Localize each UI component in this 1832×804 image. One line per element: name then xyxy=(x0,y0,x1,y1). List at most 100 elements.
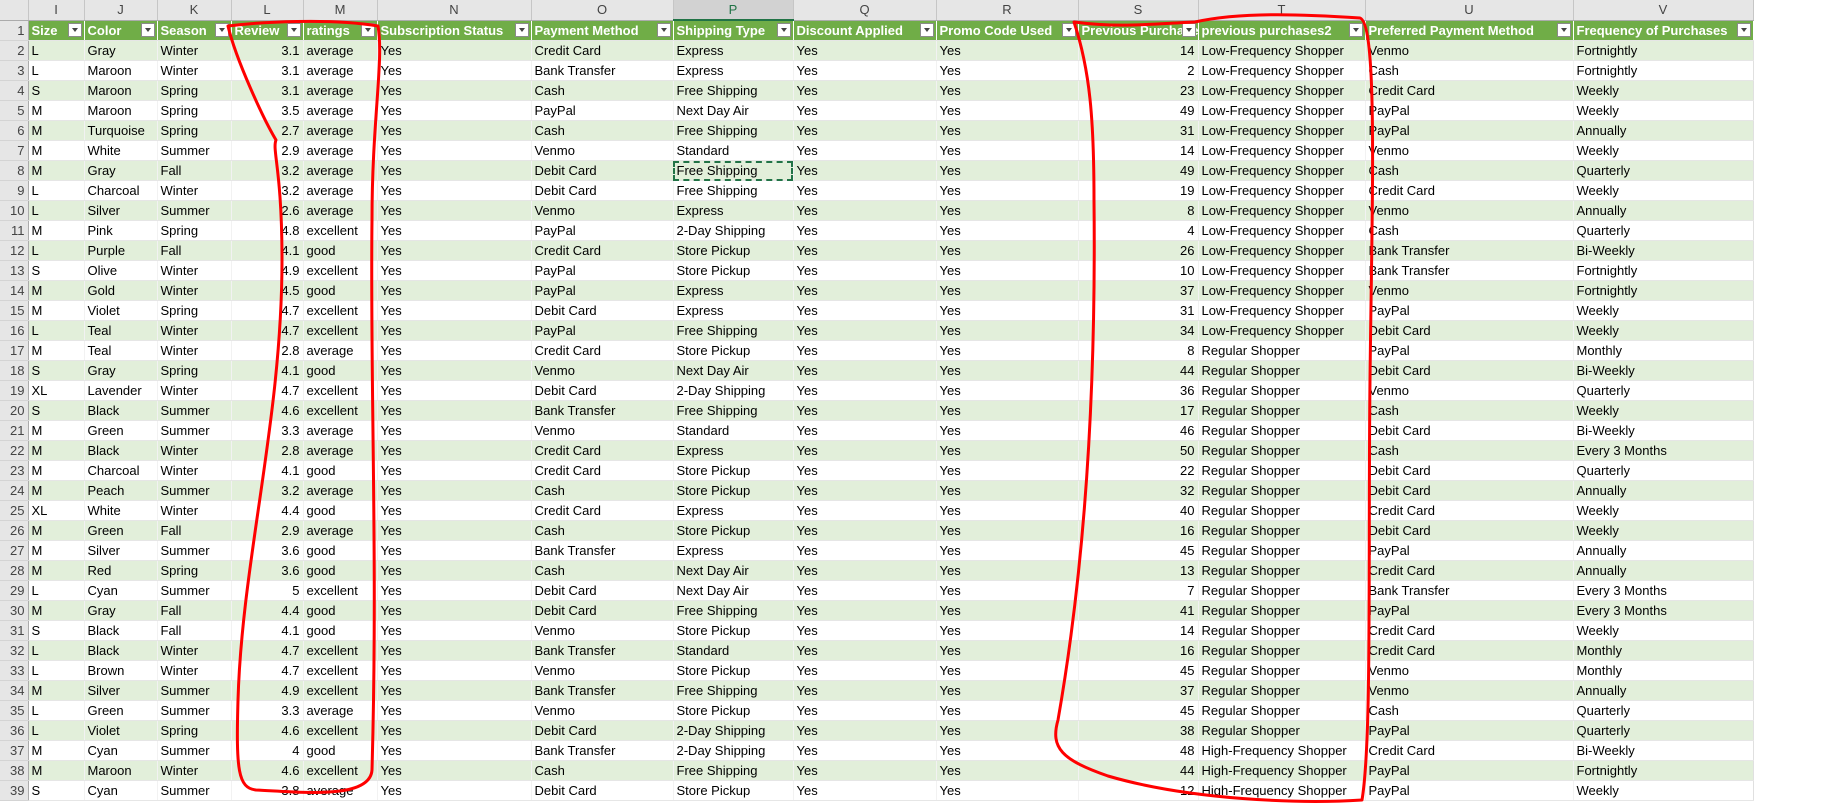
column-header-cell[interactable]: Promo Code Used xyxy=(936,20,1079,41)
table-cell[interactable]: M xyxy=(28,740,85,761)
table-cell[interactable]: Fortnightly xyxy=(1573,280,1754,301)
table-cell[interactable]: 4.7 xyxy=(231,660,304,681)
table-cell[interactable]: 41 xyxy=(1078,600,1199,621)
table-cell[interactable]: White xyxy=(84,500,158,521)
table-cell[interactable]: Fall xyxy=(157,620,232,641)
table-cell[interactable]: average xyxy=(303,120,378,141)
table-cell[interactable]: M xyxy=(28,520,85,541)
table-cell[interactable]: Weekly xyxy=(1573,780,1754,801)
table-cell[interactable]: White xyxy=(84,140,158,161)
table-cell[interactable]: Regular Shopper xyxy=(1198,640,1366,661)
table-cell[interactable]: Yes xyxy=(936,400,1079,421)
table-cell[interactable]: Weekly xyxy=(1573,300,1754,321)
row-number[interactable]: 32 xyxy=(0,640,29,661)
table-cell[interactable]: Spring xyxy=(157,120,232,141)
table-cell[interactable]: Store Pickup xyxy=(673,620,794,641)
column-header-cell[interactable]: Preferred Payment Method xyxy=(1365,20,1574,41)
table-cell[interactable]: Debit Card xyxy=(531,600,674,621)
table-cell[interactable]: Credit Card xyxy=(531,440,674,461)
row-number[interactable]: 15 xyxy=(0,300,29,321)
table-cell[interactable]: Yes xyxy=(793,480,937,501)
table-cell[interactable]: 3.6 xyxy=(231,560,304,581)
column-letter-L[interactable]: L xyxy=(231,0,304,21)
table-cell[interactable]: Yes xyxy=(793,120,937,141)
table-cell[interactable]: Lavender xyxy=(84,380,158,401)
table-cell[interactable]: average xyxy=(303,80,378,101)
row-number[interactable]: 29 xyxy=(0,580,29,601)
table-cell[interactable]: Venmo xyxy=(1365,660,1574,681)
table-cell[interactable]: Free Shipping xyxy=(673,160,794,181)
table-cell[interactable]: Cyan xyxy=(84,740,158,761)
table-cell[interactable]: PayPal xyxy=(531,280,674,301)
table-cell[interactable]: High-Frequency Shopper xyxy=(1198,740,1366,761)
table-cell[interactable]: Free Shipping xyxy=(673,180,794,201)
row-number[interactable]: 28 xyxy=(0,560,29,581)
table-cell[interactable]: 5 xyxy=(231,580,304,601)
table-cell[interactable]: High-Frequency Shopper xyxy=(1198,760,1366,781)
table-cell[interactable]: Winter xyxy=(157,440,232,461)
table-cell[interactable]: Winter xyxy=(157,460,232,481)
table-cell[interactable]: Yes xyxy=(936,620,1079,641)
table-cell[interactable]: 50 xyxy=(1078,440,1199,461)
table-cell[interactable]: Credit Card xyxy=(1365,640,1574,661)
table-cell[interactable]: Regular Shopper xyxy=(1198,400,1366,421)
table-cell[interactable]: Yes xyxy=(377,440,532,461)
table-cell[interactable]: Winter xyxy=(157,320,232,341)
table-cell[interactable]: Yes xyxy=(936,460,1079,481)
column-header-cell[interactable]: ratings xyxy=(303,20,378,41)
table-cell[interactable]: Standard xyxy=(673,640,794,661)
table-cell[interactable]: Debit Card xyxy=(531,300,674,321)
table-cell[interactable]: Yes xyxy=(377,360,532,381)
table-cell[interactable]: M xyxy=(28,680,85,701)
table-cell[interactable]: Yes xyxy=(936,520,1079,541)
table-cell[interactable]: 2-Day Shipping xyxy=(673,740,794,761)
filter-dropdown-icon[interactable] xyxy=(214,22,229,37)
column-letter-U[interactable]: U xyxy=(1365,0,1574,21)
table-cell[interactable]: Debit Card xyxy=(531,160,674,181)
table-cell[interactable]: Charcoal xyxy=(84,460,158,481)
table-cell[interactable]: M xyxy=(28,420,85,441)
table-cell[interactable]: Yes xyxy=(377,80,532,101)
table-cell[interactable]: Regular Shopper xyxy=(1198,560,1366,581)
table-cell[interactable]: 4 xyxy=(1078,220,1199,241)
table-cell[interactable]: 4.6 xyxy=(231,720,304,741)
table-cell[interactable]: Low-Frequency Shopper xyxy=(1198,120,1366,141)
table-cell[interactable]: Cash xyxy=(531,80,674,101)
table-cell[interactable]: Teal xyxy=(84,320,158,341)
table-cell[interactable]: Yes xyxy=(377,60,532,81)
column-letter-S[interactable]: S xyxy=(1078,0,1199,21)
row-number[interactable]: 9 xyxy=(0,180,29,201)
table-cell[interactable]: average xyxy=(303,140,378,161)
table-cell[interactable]: L xyxy=(28,320,85,341)
table-cell[interactable]: 34 xyxy=(1078,320,1199,341)
table-cell[interactable]: excellent xyxy=(303,660,378,681)
table-cell[interactable]: Low-Frequency Shopper xyxy=(1198,300,1366,321)
table-cell[interactable]: Yes xyxy=(936,740,1079,761)
row-number[interactable]: 35 xyxy=(0,700,29,721)
table-cell[interactable]: Cash xyxy=(1365,400,1574,421)
table-cell[interactable]: Fall xyxy=(157,520,232,541)
table-cell[interactable]: Annually xyxy=(1573,200,1754,221)
table-cell[interactable]: Debit Card xyxy=(531,180,674,201)
table-cell[interactable]: 4.6 xyxy=(231,400,304,421)
table-cell[interactable]: Yes xyxy=(377,760,532,781)
table-cell[interactable]: Store Pickup xyxy=(673,780,794,801)
table-cell[interactable]: Yes xyxy=(793,80,937,101)
table-cell[interactable]: 4.9 xyxy=(231,680,304,701)
table-cell[interactable]: Debit Card xyxy=(531,720,674,741)
table-cell[interactable]: 2.9 xyxy=(231,520,304,541)
table-cell[interactable]: Bi-Weekly xyxy=(1573,360,1754,381)
table-cell[interactable]: 4.7 xyxy=(231,640,304,661)
table-cell[interactable]: Store Pickup xyxy=(673,700,794,721)
table-cell[interactable]: Regular Shopper xyxy=(1198,540,1366,561)
table-cell[interactable]: Cash xyxy=(531,520,674,541)
table-cell[interactable]: Fall xyxy=(157,600,232,621)
table-cell[interactable]: Winter xyxy=(157,180,232,201)
table-cell[interactable]: Credit Card xyxy=(1365,180,1574,201)
table-cell[interactable]: Summer xyxy=(157,740,232,761)
table-cell[interactable]: Yes xyxy=(377,700,532,721)
table-cell[interactable]: good xyxy=(303,740,378,761)
table-cell[interactable]: Maroon xyxy=(84,60,158,81)
table-cell[interactable]: good xyxy=(303,360,378,381)
table-cell[interactable]: Yes xyxy=(936,160,1079,181)
